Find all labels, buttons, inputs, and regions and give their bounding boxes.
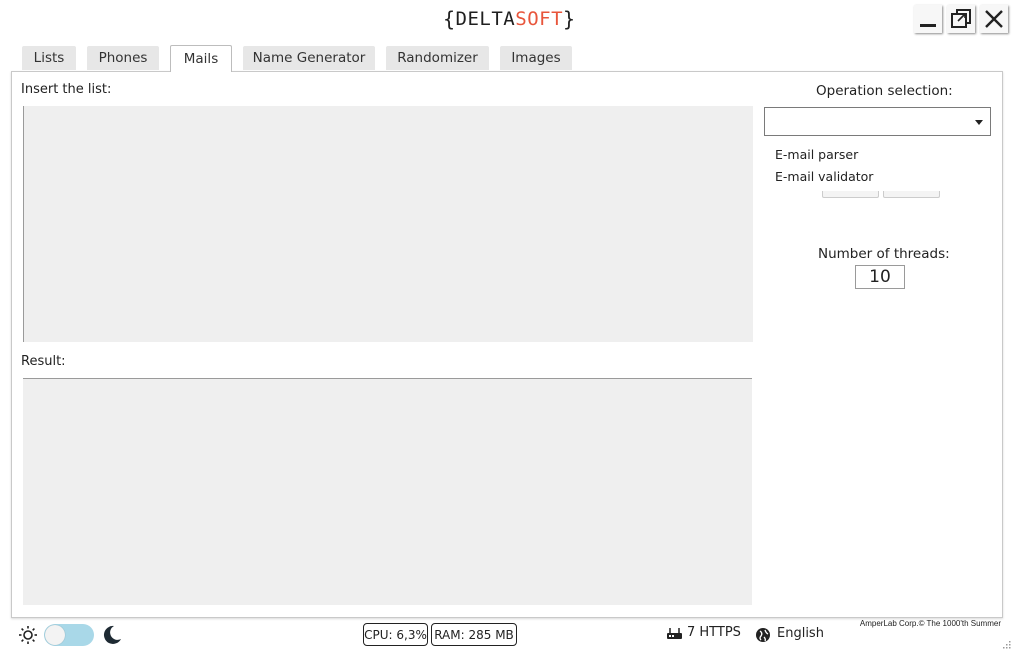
option-email-parser[interactable]: E-mail parser xyxy=(775,147,858,162)
mails-panel: Insert the list: Result: Operation selec… xyxy=(11,71,1003,618)
threads-input[interactable]: 10 xyxy=(855,265,905,289)
restore-icon xyxy=(951,9,971,28)
restore-button[interactable] xyxy=(947,5,975,33)
hidden-button-left xyxy=(822,191,879,198)
logo-brace-open: { xyxy=(443,7,456,31)
insert-list-label: Insert the list: xyxy=(21,82,112,97)
router-icon xyxy=(667,628,682,639)
tab-phones[interactable]: Phones xyxy=(87,46,159,70)
tab-name-generator[interactable]: Name Generator xyxy=(243,46,375,70)
cpu-indicator: CPU: 6,3% xyxy=(363,623,428,646)
result-label: Result: xyxy=(21,354,66,369)
theme-toggle[interactable] xyxy=(44,624,94,646)
tab-randomizer[interactable]: Randomizer xyxy=(386,46,489,70)
moon-icon[interactable] xyxy=(100,624,122,646)
result-textarea[interactable] xyxy=(23,378,752,605)
theme-toggle-knob xyxy=(45,625,65,645)
insert-list-textarea[interactable] xyxy=(23,106,753,342)
hidden-button-right xyxy=(883,191,940,198)
status-bar: CPU: 6,3% RAM: 285 MB 7 HTTPS English Am… xyxy=(0,619,1013,651)
operation-select[interactable] xyxy=(764,107,991,136)
logo-brace-close: } xyxy=(563,7,576,31)
ram-indicator: RAM: 285 MB xyxy=(431,623,517,646)
app-logo: { DELTA SOFT } xyxy=(443,5,576,33)
option-email-validator[interactable]: E-mail validator xyxy=(775,169,873,184)
tab-lists[interactable]: Lists xyxy=(22,46,76,70)
operation-selection-label: Operation selection: xyxy=(816,83,953,99)
close-button[interactable] xyxy=(980,5,1008,33)
minimize-button[interactable] xyxy=(914,5,942,33)
tab-mails[interactable]: Mails xyxy=(170,45,232,72)
resize-grip-icon[interactable] xyxy=(1001,639,1011,649)
logo-text-delta: DELTA xyxy=(455,8,516,30)
chevron-down-icon xyxy=(975,120,983,125)
minimize-icon xyxy=(920,24,936,27)
language-selector[interactable]: English xyxy=(777,626,824,641)
copyright-text: AmperLab Corp.© The 1000'th Summer xyxy=(859,619,1001,628)
sun-icon[interactable] xyxy=(18,625,38,645)
close-icon xyxy=(985,10,1003,28)
globe-icon xyxy=(756,628,770,642)
threads-label: Number of threads: xyxy=(818,246,950,262)
tab-images[interactable]: Images xyxy=(500,46,572,70)
proxy-status[interactable]: 7 HTTPS xyxy=(687,625,741,640)
logo-text-soft: SOFT xyxy=(515,8,564,30)
